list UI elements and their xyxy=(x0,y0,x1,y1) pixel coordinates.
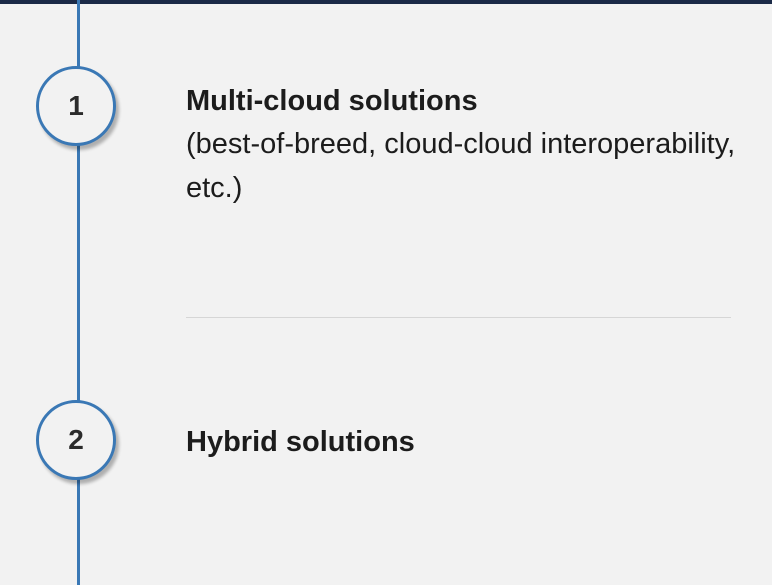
step-2-title: Hybrid solutions xyxy=(186,426,415,458)
divider xyxy=(186,317,731,318)
step-1-number-badge: 1 xyxy=(36,66,116,146)
step-2-number-badge: 2 xyxy=(36,400,116,480)
top-bar xyxy=(0,0,772,4)
step-1-title: Multi-cloud solutions xyxy=(186,85,478,117)
step-1-description: (best-of-breed, cloud-cloud interoperabi… xyxy=(186,128,736,204)
